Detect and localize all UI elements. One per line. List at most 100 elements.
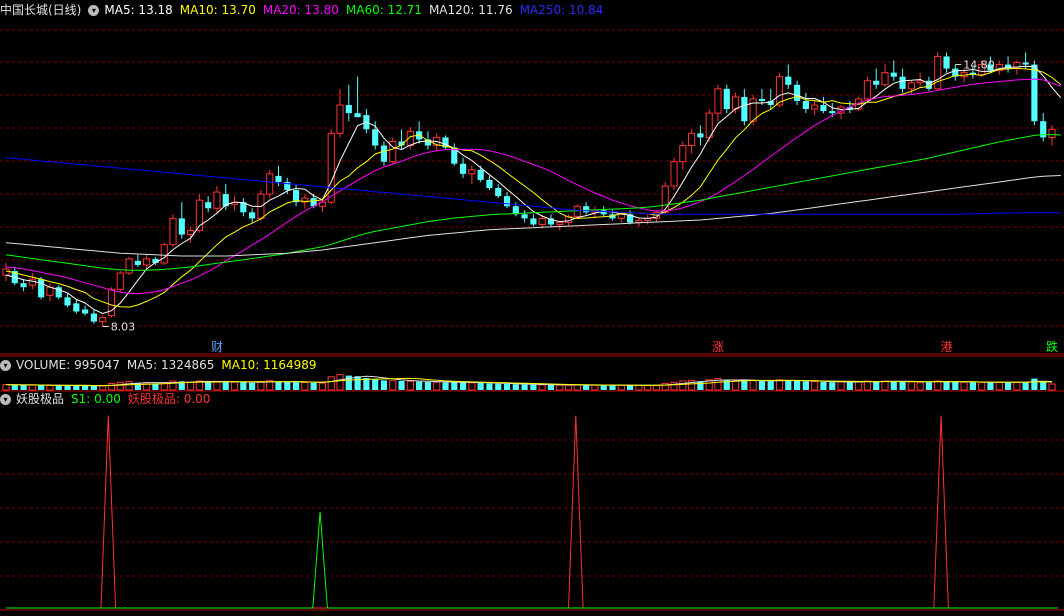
- candle-body: [1013, 62, 1021, 70]
- volume-bar: [907, 381, 915, 391]
- candle-body: [741, 96, 748, 122]
- candle-body: [160, 244, 168, 264]
- candle-body: [486, 179, 493, 189]
- volume-ma5-value: MA5: 1324865: [126, 358, 215, 372]
- candle-body: [266, 173, 274, 195]
- candle-body: [116, 272, 124, 290]
- candle-body: [503, 196, 511, 207]
- candle-body: [802, 100, 809, 110]
- volume-bar: [969, 382, 976, 390]
- volume-bar: [442, 382, 449, 390]
- volume-bar: [310, 382, 317, 390]
- volume-bar: [2, 384, 10, 391]
- volume-bar: [837, 381, 845, 391]
- ma120-value: MA120: 11.76: [428, 3, 513, 17]
- volume-bar: [679, 380, 687, 391]
- volume-bar: [301, 382, 309, 391]
- candle-body: [863, 80, 871, 100]
- volume-bar: [767, 381, 774, 390]
- circle-down-icon[interactable]: ▾: [88, 4, 100, 16]
- volume-bar: [652, 384, 661, 391]
- chart-stage[interactable]: 14.80 8.03 财 涨 港 跌: [0, 0, 1064, 616]
- candle-body: [1048, 128, 1056, 138]
- candle-body: [28, 278, 36, 286]
- volume-bar: [943, 381, 950, 390]
- volume-bar: [336, 373, 344, 391]
- candle-body: [556, 221, 564, 225]
- volume-bar: [512, 384, 519, 390]
- volume-bar: [459, 382, 467, 390]
- event-marker: 港: [941, 340, 953, 354]
- volume-bar: [503, 384, 511, 390]
- volume-bar: [697, 381, 704, 390]
- candle-body: [583, 206, 590, 213]
- volume-bar: [960, 381, 968, 391]
- volume-bar: [477, 383, 484, 390]
- candle-body: [820, 105, 827, 112]
- volume-bar: [890, 381, 897, 390]
- candle-body: [811, 104, 819, 110]
- volume-bar: [1022, 381, 1029, 390]
- candle-body: [688, 132, 696, 147]
- volume-bar: [187, 381, 195, 391]
- ma250-value: MA250: 10.84: [519, 3, 604, 17]
- volume-bar: [564, 384, 573, 391]
- volume-bar: [275, 381, 282, 390]
- candle-body: [617, 213, 625, 219]
- candle-body: [521, 214, 528, 219]
- volume-bar: [55, 385, 62, 390]
- volume-bar: [327, 376, 335, 391]
- candle-body: [907, 82, 915, 90]
- candle-body: [775, 76, 784, 106]
- volume-bar: [600, 385, 607, 390]
- circle-down-icon[interactable]: ▾: [0, 359, 11, 371]
- candle-body: [90, 313, 97, 322]
- volume-bar: [573, 384, 581, 391]
- candle-body: [890, 72, 897, 77]
- candle-body: [20, 283, 27, 288]
- volume-header: ▾ VOLUME: 995047 MA5: 1324865 MA10: 1164…: [0, 357, 324, 373]
- candle-body: [125, 258, 133, 274]
- candle-body: [934, 55, 942, 90]
- volume-bar: [1031, 378, 1038, 390]
- candle-body: [495, 188, 502, 197]
- candle-body: [670, 161, 678, 187]
- volume-bar: [670, 381, 678, 391]
- volume-bar: [794, 381, 801, 390]
- event-marker: 财: [211, 340, 223, 354]
- candle-body: [372, 129, 379, 146]
- candle-body: [46, 286, 54, 296]
- circle-down-icon[interactable]: ▾: [0, 393, 11, 405]
- candle-body: [380, 145, 388, 162]
- candle-body: [459, 163, 467, 174]
- candle-body: [143, 258, 151, 266]
- candle-body: [2, 268, 10, 276]
- volume-bar: [881, 380, 889, 391]
- volume-bar: [284, 381, 291, 390]
- candle-body: [82, 309, 89, 314]
- candle-body: [73, 303, 80, 312]
- candle-body: [635, 219, 643, 223]
- volume-bar: [1048, 383, 1056, 391]
- candle-body: [187, 230, 195, 236]
- volume-bar: [230, 381, 239, 391]
- volume-bar: [899, 381, 906, 390]
- yaogu-value: 妖股极品: 0.00: [127, 392, 211, 406]
- volume-bar: [627, 385, 634, 390]
- volume-bar: [28, 384, 36, 391]
- volume-bar: [240, 382, 247, 390]
- volume-bar: [134, 382, 141, 390]
- volume-bar: [380, 380, 388, 390]
- candle-body: [538, 217, 546, 225]
- volume-bar: [785, 380, 792, 390]
- volume-bar: [486, 383, 493, 390]
- volume-bar: [820, 381, 827, 390]
- candle-body: [354, 113, 361, 118]
- volume-bar: [829, 382, 836, 390]
- candle-body: [336, 104, 344, 134]
- candle-body: [714, 88, 722, 114]
- volume-bar: [125, 381, 133, 391]
- volume-bar: [644, 384, 652, 391]
- candle-body: [178, 218, 185, 235]
- ma-line-ma5: [5, 65, 1062, 315]
